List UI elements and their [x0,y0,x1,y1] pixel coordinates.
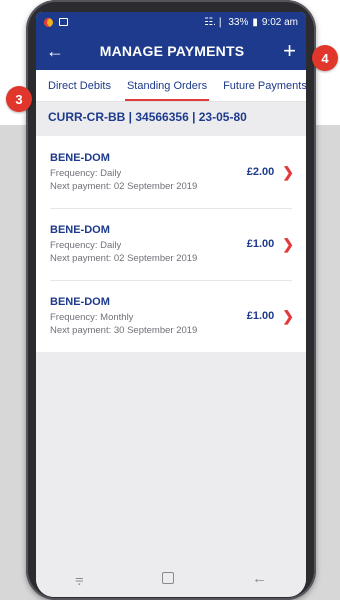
app-bar: ← MANAGE PAYMENTS + [36,32,306,70]
standing-orders-list: BENE-DOM Frequency: Daily Next payment: … [36,136,306,352]
app-notification-icon [44,17,53,27]
chevron-right-icon[interactable]: ❯ [282,308,294,325]
back-arrow-icon[interactable]: ← [46,41,70,62]
add-icon[interactable]: + [274,40,296,62]
callout-badge-tabs: 3 [6,86,32,112]
system-nav-bar: ⩦ ← [36,559,306,597]
amount: £1.00 [246,310,275,322]
chevron-right-icon[interactable]: ❯ [282,236,294,253]
amount: £2.00 [246,166,275,178]
next-payment-text: Next payment: 30 September 2019 [50,324,198,336]
back-icon[interactable]: ← [252,570,267,587]
phone-screen: ☷.❘ 33% ▮ 9:02 am ← MANAGE PAYMENTS + Di… [36,12,306,597]
frequency-text: Frequency: Daily [50,239,122,251]
payee-name: BENE-DOM [50,151,110,164]
status-bar: ☷.❘ 33% ▮ 9:02 am [36,12,306,32]
callout-badge-add: 4 [312,45,338,71]
payee-name: BENE-DOM [50,223,110,236]
payment-tabs: Direct Debits Standing Orders Future Pay… [36,70,306,102]
next-payment-text: Next payment: 02 September 2019 [50,180,198,192]
tab-standing-orders[interactable]: Standing Orders [119,70,215,101]
payee-name: BENE-DOM [50,295,110,308]
frequency-text: Frequency: Monthly [50,311,134,323]
clock: 9:02 am [261,16,298,28]
account-header: CURR-CR-BB | 34566356 | 23-05-80 [36,102,306,132]
home-icon[interactable] [161,572,174,584]
list-item[interactable]: BENE-DOM Frequency: Daily Next payment: … [36,208,306,280]
recent-apps-icon[interactable]: ⩦ [75,570,84,587]
tab-future-payments[interactable]: Future Payments [215,70,306,101]
chevron-right-icon[interactable]: ❯ [282,164,294,181]
gallery-notification-icon [59,18,68,26]
amount: £1.00 [246,238,275,250]
tab-direct-debits[interactable]: Direct Debits [40,70,119,101]
list-item[interactable]: BENE-DOM Frequency: Daily Next payment: … [36,136,306,208]
battery-icon: ▮ [252,16,258,28]
frequency-text: Frequency: Daily [50,167,122,179]
next-payment-text: Next payment: 02 September 2019 [50,252,198,264]
page-title: MANAGE PAYMENTS [99,43,245,59]
battery-level: 33% [228,16,249,28]
list-item[interactable]: BENE-DOM Frequency: Monthly Next payment… [36,280,306,352]
signal-icon: ☷.❘ [204,16,225,28]
